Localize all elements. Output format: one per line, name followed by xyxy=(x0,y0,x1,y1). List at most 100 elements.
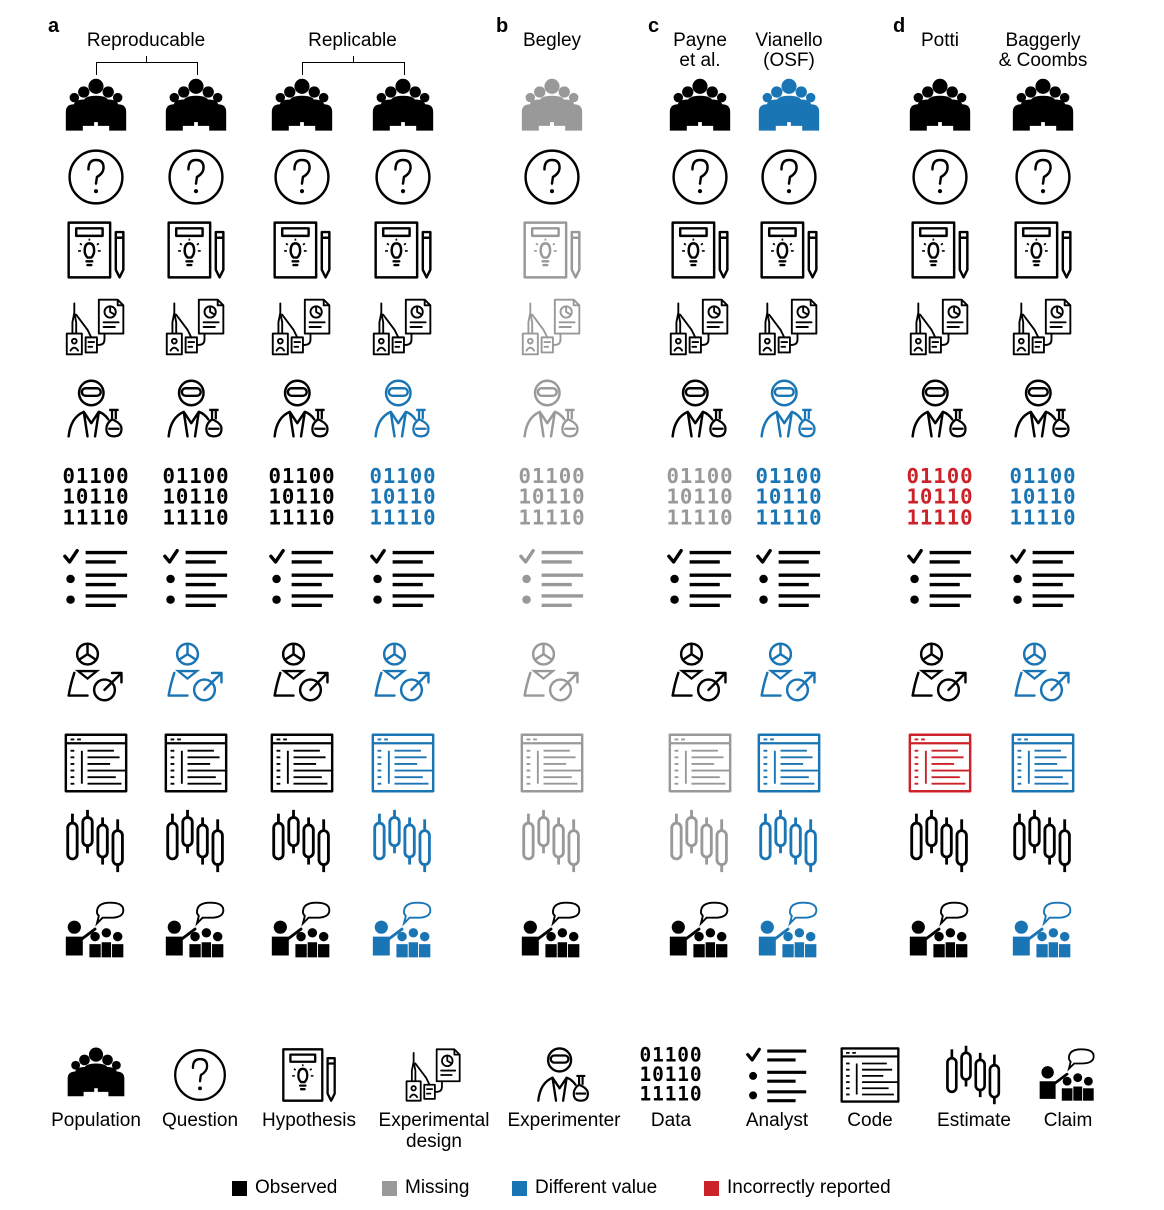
estimate-icon xyxy=(670,809,728,873)
grid-cell xyxy=(998,808,1088,874)
data-icon: 011001011011110 xyxy=(268,464,335,529)
grid-cell xyxy=(507,217,597,283)
grid-cell xyxy=(507,294,597,360)
hypothesis-icon xyxy=(523,221,581,279)
grid-cell xyxy=(655,144,745,210)
analyst-icon xyxy=(756,548,821,608)
grid-cell xyxy=(151,639,241,705)
grid-cell xyxy=(51,897,141,963)
grid-cell xyxy=(51,294,141,360)
legend-icon-question-icon xyxy=(160,1044,240,1106)
grid-cell xyxy=(358,639,448,705)
data-icon: 011001011011110 xyxy=(666,464,732,529)
grid-cell xyxy=(507,376,597,442)
claim-icon xyxy=(758,901,818,958)
grid-cell xyxy=(744,217,834,283)
experimenter-icon xyxy=(760,379,816,438)
grid-cell xyxy=(151,294,241,360)
color-key-swatch xyxy=(382,1180,397,1196)
group-bracket-tick-1 xyxy=(352,56,354,62)
grid-cell xyxy=(655,808,745,874)
grid-cell xyxy=(51,545,141,611)
claim-icon xyxy=(271,901,331,958)
hypothesis-icon xyxy=(374,221,432,279)
grid-cell xyxy=(507,75,597,141)
estimate-person-icon xyxy=(167,642,223,702)
experimental-design-icon xyxy=(521,298,581,356)
code-icon xyxy=(164,733,228,793)
grid-cell xyxy=(744,730,834,796)
data-icon: 011001011011110 xyxy=(1009,464,1075,529)
color-key-label: Missing xyxy=(405,1177,470,1198)
grid-cell xyxy=(895,294,985,360)
grid-cell: 01100 10110 11110 xyxy=(895,464,985,530)
analyst-icon xyxy=(370,548,435,608)
grid-cell xyxy=(655,294,745,360)
grid-cell xyxy=(358,217,448,283)
svg-text:11110: 11110 xyxy=(268,505,335,529)
grid-cell xyxy=(257,639,347,705)
legend-icon-analyst-icon xyxy=(737,1044,817,1106)
analyst-icon xyxy=(63,548,128,608)
grid-cell xyxy=(51,376,141,442)
grid-cell xyxy=(895,144,985,210)
estimate-icon xyxy=(946,1045,1001,1105)
estimate-person-icon xyxy=(911,642,967,702)
svg-text:11110: 11110 xyxy=(906,505,973,529)
estimate-icon xyxy=(66,809,124,873)
estimate-person-icon xyxy=(374,642,430,702)
code-icon xyxy=(840,1047,900,1103)
claim-icon xyxy=(521,901,581,958)
question-icon xyxy=(524,149,580,205)
grid-cell xyxy=(51,144,141,210)
grid-cell xyxy=(51,75,141,141)
hypothesis-icon xyxy=(671,221,729,279)
color-key-label: Observed xyxy=(255,1177,338,1198)
grid-cell xyxy=(358,808,448,874)
legend-icon-hypothesis-icon xyxy=(269,1044,349,1106)
grid-cell xyxy=(998,730,1088,796)
population-icon xyxy=(669,78,731,131)
data-icon: 011001011011110 xyxy=(755,464,821,529)
population-icon xyxy=(65,78,127,131)
grid-cell xyxy=(744,808,834,874)
experimental-design-icon xyxy=(758,298,818,356)
color-key-item-incorrect: Incorrectly reported xyxy=(704,1177,891,1199)
group-bracket-1 xyxy=(302,62,405,75)
color-key-label: Different value xyxy=(535,1177,658,1198)
experimental-design-icon xyxy=(372,298,432,356)
grid-cell xyxy=(655,217,745,283)
question-icon xyxy=(761,149,817,205)
color-key-item-observed: Observed xyxy=(232,1177,337,1199)
legend-icon-experimental-design-icon xyxy=(394,1044,474,1106)
grid-cell xyxy=(507,730,597,796)
grid-cell xyxy=(998,294,1088,360)
grid-cell xyxy=(257,897,347,963)
experimenter-icon xyxy=(1014,379,1070,438)
population-icon xyxy=(1012,78,1074,131)
code-icon xyxy=(668,733,732,793)
estimate-person-icon xyxy=(760,642,816,702)
hypothesis-icon xyxy=(273,221,331,279)
grid-cell: 01100 10110 11110 xyxy=(51,464,141,530)
experimenter-icon xyxy=(911,379,967,438)
grid-cell xyxy=(655,639,745,705)
population-icon xyxy=(372,78,434,131)
estimate-icon xyxy=(373,809,431,873)
legend-label: Claim xyxy=(1043,1110,1093,1131)
grid-cell xyxy=(998,545,1088,611)
analyst-icon xyxy=(746,1047,807,1103)
grid-cell xyxy=(998,376,1088,442)
grid-cell xyxy=(257,376,347,442)
column-header-8: Baggerly & Coombs xyxy=(998,30,1088,71)
estimate-icon xyxy=(272,809,330,873)
grid-cell: 01100 10110 11110 xyxy=(257,464,347,530)
grid-cell xyxy=(358,545,448,611)
analyst-icon xyxy=(269,548,334,608)
code-icon xyxy=(908,733,972,793)
grid-cell xyxy=(895,75,985,141)
column-header-6: Vianello (OSF) xyxy=(755,30,823,71)
question-icon xyxy=(1015,149,1071,205)
legend-icon-data-icon: 01100 10110 11110 xyxy=(631,1044,711,1106)
grid-cell xyxy=(895,808,985,874)
